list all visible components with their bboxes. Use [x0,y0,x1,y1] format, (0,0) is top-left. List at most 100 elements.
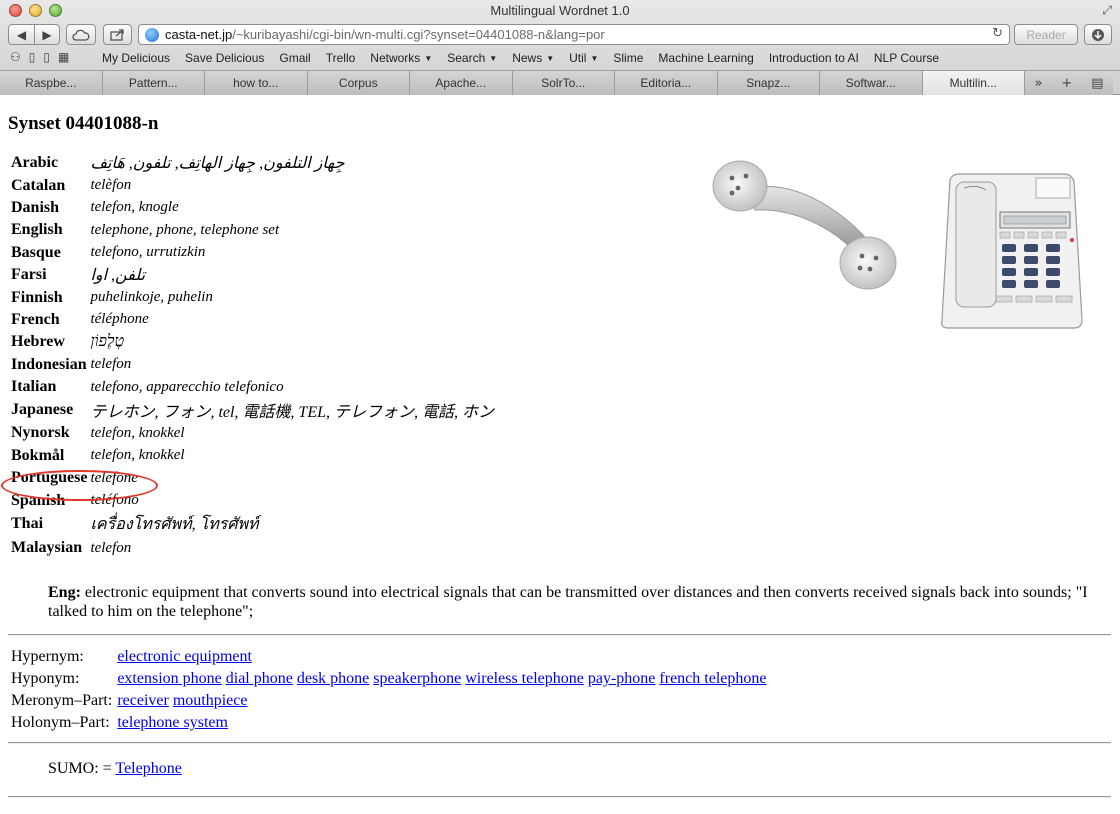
browser-tab[interactable]: Apache... [410,71,513,95]
sumo-link[interactable]: Telephone [115,760,181,777]
bookmark-save-delicious[interactable]: Save Delicious [185,51,264,65]
synset-title: Synset 04401088-n [8,113,159,134]
icloud-tabs-button[interactable] [66,24,96,45]
language-row: Arabic جِهاز التلفون, جِهاز الهاتِف, تلفو… [11,152,494,174]
browser-tab[interactable]: Editoria... [615,71,718,95]
chevron-down-icon: ▼ [424,54,433,63]
tab-view-icon[interactable]: ▤ [1091,76,1103,91]
synset-link[interactable]: desk phone [297,670,369,687]
url-path: /~kuribayashi/cgi-bin/wn-multi.cgi?synse… [232,27,605,42]
language-row: Catalan telèfon [11,174,494,196]
browser-tab[interactable]: Pattern... [102,71,205,95]
address-bar[interactable]: casta-net.jp/~kuribayashi/cgi-bin/wn-mul… [138,24,1010,45]
bookmark-shortcut-icons: ⚇▯▯▦ [10,50,77,64]
language-row: English telephone, phone, telephone set [11,219,494,241]
chevron-down-icon: ▼ [489,54,498,63]
bookmark-list: My Delicious Save Delicious Gmail Trello Net… [102,51,954,65]
browser-tab[interactable]: Raspbe... [0,71,103,95]
bookmark-label: NLP Course [873,51,940,65]
language-row: Japanese テレホン, フォン, tel, 電話機, TEL, テレフォン,… [11,398,494,422]
language-row: Basque telefono, urrutizkin [11,242,494,264]
language-lemmas: puhelinkoje, puhelin [90,289,213,306]
reader-button[interactable]: Reader [1014,24,1078,45]
language-lemmas: جِهاز التلفون, جِهاز الهاتِف, تلفون, هَا… [90,155,345,173]
language-name: Nynorsk [11,424,70,442]
browser-tab[interactable]: Corpus [307,71,410,95]
language-lemmas: teléfono [90,492,139,509]
downloads-button[interactable] [1084,24,1112,45]
language-name: Farsi [11,266,47,284]
bookmark-slime[interactable]: Slime [613,51,643,65]
synset-link[interactable]: french telephone [659,670,766,687]
language-name: French [11,310,60,328]
bookmark-search[interactable]: Search ▼ [447,51,497,65]
language-row: Farsi تلفن, اوا [11,264,494,286]
relation-links: extension phone dial phone desk phone speak… [117,668,770,690]
url-host: casta-net.jp [165,27,233,42]
reload-icon[interactable]: ↻ [992,26,1003,41]
browser-tab[interactable]: Multilin... [922,71,1025,95]
page-content: Synset 04401088-n Arabic جِهاز التلفون, ج… [0,96,1120,814]
bookmark-util[interactable]: Util ▼ [569,51,598,65]
language-lemmas: telèfon [90,177,132,194]
language-name: Bokmål [11,446,65,464]
bookmark-networks[interactable]: Networks ▼ [370,51,432,65]
bookmark-news[interactable]: News ▼ [512,51,554,65]
synset-link[interactable]: dial phone [226,670,293,687]
fullscreen-icon[interactable]: ⤢ [1102,3,1112,18]
share-icon [109,29,124,41]
new-tab-plus-icon[interactable]: + [1061,76,1072,91]
bookmark-label: Save Delicious [185,51,265,65]
browser-tab[interactable]: Snapz... [717,71,820,95]
synset-link[interactable]: extension phone [117,670,221,687]
tab-controls: » + ▤ [1025,71,1113,95]
bookmark-gmail[interactable]: Gmail [279,51,310,65]
language-row: Thai เครื่องโทรศัพท์, โทรศัพท์ [11,512,494,537]
divider [8,634,1111,636]
bookmark-introduction-to-ai[interactable]: Introduction to AI [769,51,859,65]
relation-row: Holonym–Part: telephone system [11,712,770,734]
reading-list-icon[interactable]: ⚇ [10,50,29,64]
synset-link[interactable]: wireless telephone [465,670,584,687]
bookmark-my-delicious[interactable]: My Delicious [102,51,170,65]
divider [8,796,1111,798]
language-name: Catalan [11,176,66,194]
language-lemmas: téléphone [90,311,149,328]
chevron-down-icon: ▼ [546,54,555,63]
bookmark-nlp-course[interactable]: NLP Course [874,51,939,65]
navigation-toolbar: ◀ ▶ casta-net.jp/~kuribayashi/cgi-bin/wn… [0,22,1120,48]
browser-tab[interactable]: SolrTo... [512,71,615,95]
relation-name: Holonym–Part: [11,714,110,731]
synset-link[interactable]: telephone system [117,714,228,731]
synset-link[interactable]: electronic equipment [117,648,252,665]
back-button[interactable]: ◀ [8,24,35,45]
bookmark-label: Slime [613,51,644,65]
language-name: Arabic [11,154,59,172]
synset-link[interactable]: pay-phone [588,670,656,687]
chevron-down-icon: ▼ [590,54,599,63]
forward-button[interactable]: ▶ [34,24,60,45]
language-lemmas: telefono, apparecchio telefonico [90,378,284,395]
synset-link[interactable]: mouthpiece [173,692,248,709]
language-name: Finnish [11,288,63,306]
bookmarks-book-icon[interactable]: ▯▯ [29,50,58,64]
browser-tab[interactable]: how to... [205,71,308,95]
top-sites-grid-icon[interactable]: ▦ [58,50,77,64]
synset-link[interactable]: speakerphone [373,670,461,687]
synset-link[interactable]: receiver [117,692,169,709]
language-lemmas: telefon, knokkel [90,424,185,441]
bookmark-trello[interactable]: Trello [326,51,356,65]
relation-name: Hypernym: [11,648,84,665]
language-lemmas: telefon, knokkel [90,447,185,464]
browser-tab[interactable]: Softwar... [820,71,923,95]
language-lemmas: テレホン, フォン, tel, 電話機, TEL, テレフォン, 電話, ホン [90,404,495,422]
tab-overflow-icon[interactable]: » [1034,76,1042,91]
relations-table: Hypernym: electronic equipment Hyponym: ext… [8,646,773,734]
bookmark-label: Trello [325,51,356,65]
language-row: Bokmål telefon, knokkel [11,445,494,467]
gloss-text: electronic equipment that converts sound… [48,584,1088,620]
gloss-label: Eng: [48,584,81,601]
bookmark-machine-learning[interactable]: Machine Learning [658,51,753,65]
share-button[interactable] [103,24,132,45]
language-lemmas: טֶלֶפוֹן [90,333,125,351]
